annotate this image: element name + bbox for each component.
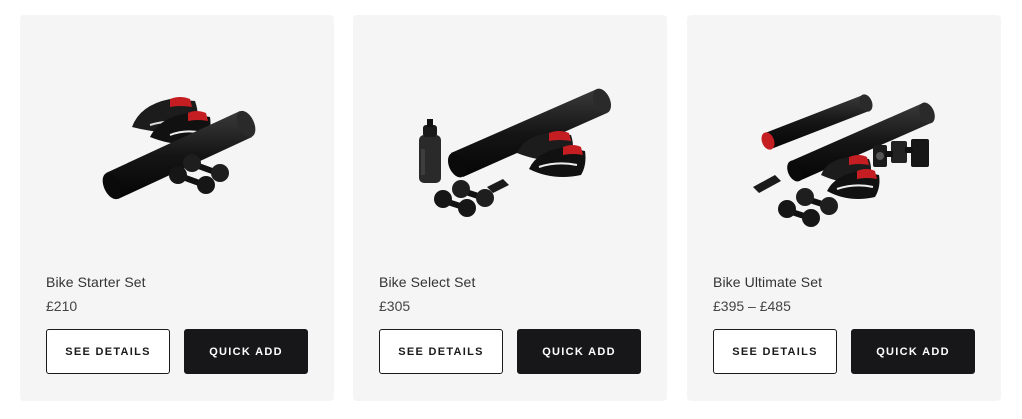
- product-image-bike-ultimate-set[interactable]: [687, 15, 1001, 255]
- product-card-bike-ultimate-set[interactable]: Bike Ultimate Set £395 – £485 SEE DETAIL…: [687, 15, 1001, 401]
- product-name[interactable]: Bike Starter Set: [46, 274, 146, 290]
- dumbbells-icon: [434, 180, 494, 217]
- product-price: £210: [46, 298, 78, 314]
- product-card-bike-select-set[interactable]: Bike Select Set £305 SEE DETAILS QUICK A…: [353, 15, 667, 401]
- product-card-bike-starter-set[interactable]: Bike Starter Set £210 SEE DETAILS QUICK …: [20, 15, 334, 401]
- see-details-button[interactable]: SEE DETAILS: [713, 329, 837, 374]
- quick-add-button[interactable]: QUICK ADD: [517, 329, 641, 374]
- quick-add-button[interactable]: QUICK ADD: [184, 329, 308, 374]
- see-details-button[interactable]: SEE DETAILS: [46, 329, 170, 374]
- product-image-bike-starter-set[interactable]: [20, 15, 334, 255]
- dumbbells-icon: [778, 188, 838, 227]
- product-price: £305: [379, 298, 411, 314]
- quick-add-button[interactable]: QUICK ADD: [851, 329, 975, 374]
- product-grid: Bike Starter Set £210 SEE DETAILS QUICK …: [0, 0, 1022, 419]
- foam-roller-icon: [447, 88, 612, 178]
- product-name[interactable]: Bike Ultimate Set: [713, 274, 822, 290]
- see-details-button[interactable]: SEE DETAILS: [379, 329, 503, 374]
- product-price: £395 – £485: [713, 298, 791, 314]
- shoe-cleat-icon: [753, 175, 781, 193]
- product-name[interactable]: Bike Select Set: [379, 274, 475, 290]
- product-image-bike-select-set[interactable]: [353, 15, 667, 255]
- water-bottle-icon: [419, 119, 441, 183]
